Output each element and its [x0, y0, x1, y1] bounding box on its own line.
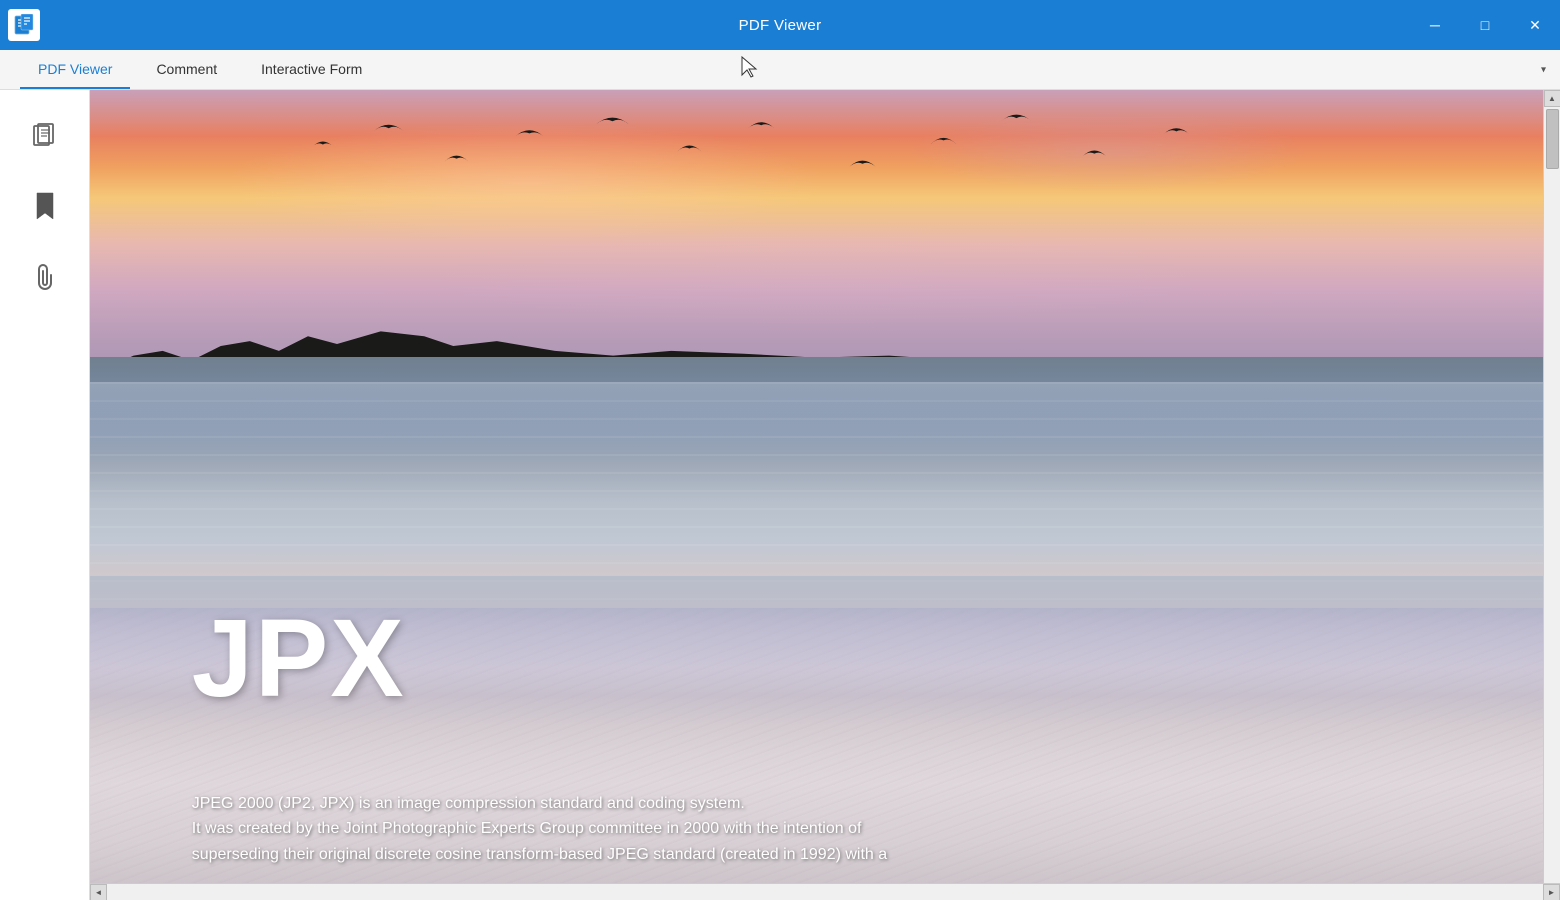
sidebar-pages-icon[interactable]	[15, 106, 75, 166]
scroll-track-v[interactable]	[1544, 107, 1560, 883]
tabbar: PDF Viewer Comment Interactive Form ▾	[0, 50, 1560, 90]
description-line2: It was created by the Joint Photographic…	[192, 816, 1442, 842]
scroll-right-button[interactable]: ►	[1543, 884, 1560, 900]
close-button[interactable]: ✕	[1510, 0, 1560, 50]
app-icon	[8, 9, 40, 41]
minimize-button[interactable]: ─	[1410, 0, 1460, 50]
tab-interactive-form[interactable]: Interactive Form	[243, 53, 380, 89]
horizontal-scrollbar[interactable]: ◄ ►	[90, 883, 1560, 900]
pdf-title: JPX	[192, 595, 406, 722]
sidebar	[0, 90, 90, 900]
scroll-up-button[interactable]: ▲	[1544, 90, 1560, 107]
pdf-page: JPX JPEG 2000 (JP2, JPX) is an image com…	[90, 90, 1543, 900]
vertical-scrollbar[interactable]: ▲ ▼	[1543, 90, 1560, 900]
tab-comment[interactable]: Comment	[138, 53, 235, 89]
description-line3: superseding their original discrete cosi…	[192, 842, 1442, 868]
maximize-button[interactable]: □	[1460, 0, 1510, 50]
scroll-thumb-v[interactable]	[1546, 109, 1559, 169]
tab-dropdown-icon[interactable]: ▾	[1537, 60, 1550, 79]
main-layout: JPX JPEG 2000 (JP2, JPX) is an image com…	[0, 90, 1560, 900]
titlebar: PDF Viewer ─ □ ✕	[0, 0, 1560, 50]
description-line1: JPEG 2000 (JP2, JPX) is an image compres…	[192, 791, 1442, 817]
scroll-left-button[interactable]: ◄	[90, 884, 107, 900]
titlebar-left	[8, 9, 40, 41]
pdf-description: JPEG 2000 (JP2, JPX) is an image compres…	[192, 791, 1442, 868]
content-area: JPX JPEG 2000 (JP2, JPX) is an image com…	[90, 90, 1560, 900]
tab-pdf-viewer[interactable]: PDF Viewer	[20, 53, 130, 89]
titlebar-controls: ─ □ ✕	[1410, 0, 1560, 50]
titlebar-title: PDF Viewer	[739, 17, 822, 34]
sidebar-bookmark-icon[interactable]	[15, 176, 75, 236]
birds-layer	[90, 106, 1508, 309]
scroll-track-h[interactable]	[107, 884, 1543, 900]
sidebar-attachment-icon[interactable]	[15, 246, 75, 306]
